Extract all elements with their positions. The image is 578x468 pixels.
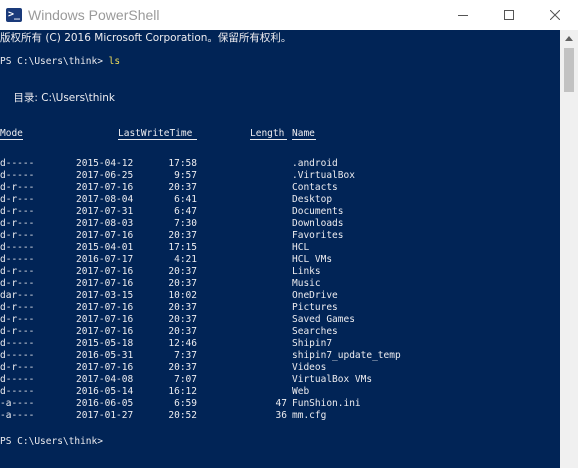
scroll-up-button[interactable] [560, 30, 578, 47]
header-underline [0, 139, 23, 140]
entry-time: 20:52 [168, 410, 197, 421]
scroll-thumb[interactable] [564, 48, 574, 92]
command-text: ls [108, 56, 121, 67]
window-title: Windows PowerShell [28, 7, 160, 23]
prompt-line-2: PS C:\Users\think> [0, 436, 109, 447]
copyright-line: 版权所有 (C) 2016 Microsoft Corporation。保留所有… [0, 32, 292, 44]
minimize-icon [458, 15, 468, 16]
directory-label: 目录: C:\Users\think [0, 92, 115, 104]
console-output[interactable]: 版权所有 (C) 2016 Microsoft Corporation。保留所有… [0, 30, 560, 468]
column-headers: Mode LastWriteTime Length Name [0, 127, 560, 141]
vertical-scrollbar[interactable] [560, 30, 578, 468]
entry-mode: -a---- [0, 410, 35, 421]
header-underline [250, 139, 287, 140]
prompt-line-1: PS C:\Users\think> ls [0, 55, 120, 69]
list-item: -a---- 2017-01-27 20:52 36 mm.cfg [0, 409, 560, 423]
maximize-icon [504, 10, 514, 20]
header-underline [292, 139, 316, 140]
entry-length: 36 [275, 410, 287, 421]
powershell-window: >_ Windows PowerShell 版权所有 (C) 2016 Micr… [0, 0, 578, 468]
chevron-up-icon [565, 36, 573, 41]
close-button[interactable] [532, 0, 578, 30]
entry-name: mm.cfg [292, 410, 327, 421]
title-bar[interactable]: >_ Windows PowerShell [0, 0, 578, 30]
maximize-button[interactable] [486, 0, 532, 30]
prompt-text: PS C:\Users\think> [0, 56, 109, 67]
powershell-icon[interactable]: >_ [6, 8, 22, 22]
entry-date: 2017-01-27 [76, 410, 134, 421]
powershell-icon-glyph: >_ [8, 9, 21, 20]
minimize-button[interactable] [440, 0, 486, 30]
close-icon [550, 10, 560, 20]
header-underline [118, 139, 197, 140]
